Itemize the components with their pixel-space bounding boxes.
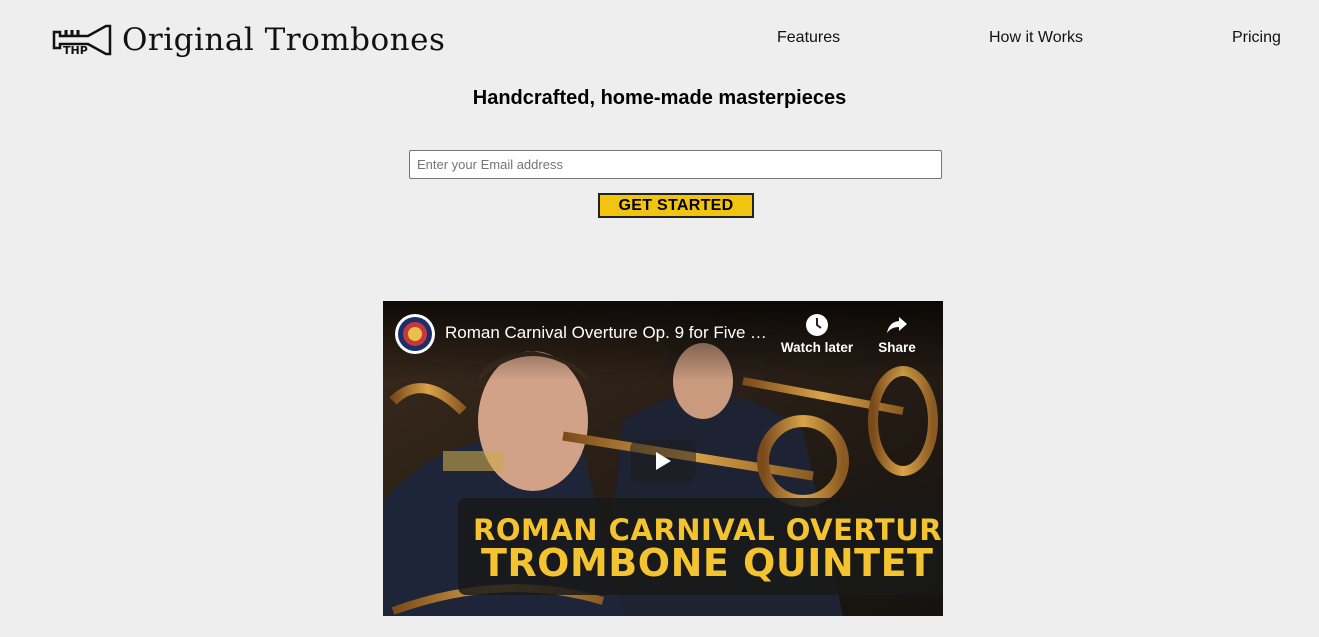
watch-later-button[interactable]: Watch later [775,313,859,355]
brand-logo[interactable]: THP Original Trombones [52,18,445,62]
play-icon [656,452,671,470]
trumpet-logo-icon: THP [52,24,112,57]
site-header: THP Original Trombones Features How it W… [0,0,1319,80]
share-button[interactable]: Share [873,313,921,355]
get-started-button[interactable]: GET STARTED [598,193,754,218]
video-player[interactable]: Roman Carnival Overture Op. 9 for Five T… [383,301,943,616]
banner-title-line2: TROMBONE QUINTET [481,541,934,585]
channel-seal-icon[interactable] [395,314,435,354]
share-label: Share [878,340,916,355]
watch-later-label: Watch later [780,340,854,355]
share-arrow-icon [887,317,907,333]
video-title[interactable]: Roman Carnival Overture Op. 9 for Five T… [445,323,775,343]
email-input[interactable] [409,150,942,179]
nav-pricing[interactable]: Pricing [1232,29,1281,47]
play-button[interactable] [630,439,696,483]
nav-features[interactable]: Features [777,29,840,47]
nav-how-it-works[interactable]: How it Works [989,29,1083,47]
logo-letters: THP [63,44,88,57]
clock-icon [806,314,828,336]
hero-headline: Handcrafted, home-made masterpieces [472,87,847,109]
brand-name: Original Trombones [122,22,446,58]
